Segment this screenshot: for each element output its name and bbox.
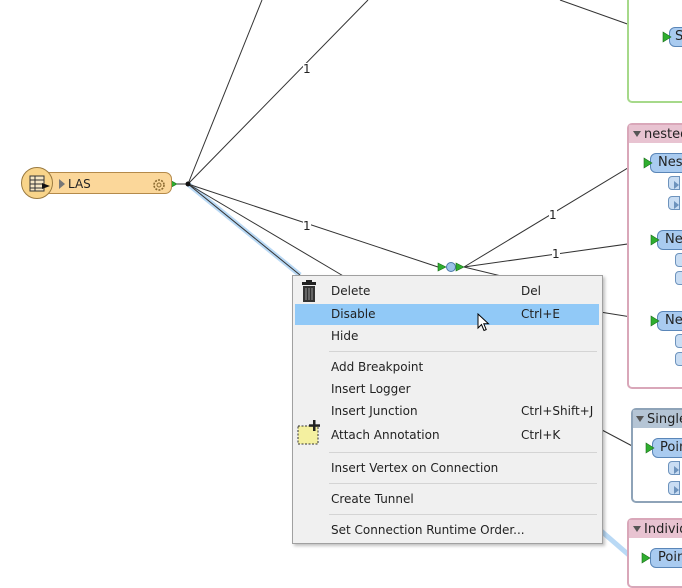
input-port-icon[interactable] bbox=[650, 234, 660, 246]
transformer-nested-1[interactable]: Nest bbox=[650, 153, 682, 173]
connection-count-label: 1 bbox=[303, 219, 311, 233]
transformer-nested-2[interactable]: Ne bbox=[657, 230, 682, 250]
menu-separator bbox=[329, 452, 597, 453]
menu-separator bbox=[329, 351, 597, 352]
selected-connection-highlight-end bbox=[598, 528, 632, 558]
collapse-triangle-icon[interactable] bbox=[632, 525, 642, 533]
mouse-cursor-icon bbox=[477, 313, 490, 332]
menu-item-label: Create Tunnel bbox=[331, 492, 414, 506]
expand-triangle-icon[interactable] bbox=[673, 200, 681, 210]
menu-item-shortcut: Del bbox=[521, 284, 541, 298]
menu-item-label: Insert Junction bbox=[331, 404, 418, 418]
collapse-triangle-icon[interactable] bbox=[632, 130, 642, 138]
transformer-label: Nest bbox=[658, 155, 682, 170]
transformer-label: Poin bbox=[660, 440, 682, 455]
output-port[interactable] bbox=[675, 334, 682, 348]
menu-item-label: Insert Logger bbox=[331, 382, 411, 396]
input-port-icon[interactable] bbox=[641, 552, 651, 564]
menu-separator bbox=[329, 483, 597, 484]
output-port[interactable] bbox=[675, 271, 682, 285]
connection-count-label: 1 bbox=[303, 62, 311, 76]
menu-item-label: Delete bbox=[331, 284, 371, 298]
connection-line[interactable] bbox=[187, 183, 439, 268]
reader-las-label: LAS bbox=[68, 177, 91, 191]
menu-item-label: Disable bbox=[331, 307, 376, 321]
junction-input-port-icon[interactable] bbox=[437, 262, 447, 272]
collapse-triangle-icon[interactable] bbox=[635, 415, 645, 423]
reader-table-icon bbox=[29, 175, 50, 192]
transformer-label: Ne bbox=[665, 313, 682, 328]
menu-item-label: Hide bbox=[331, 329, 359, 343]
menu-item-label: Add Breakpoint bbox=[331, 360, 424, 374]
input-port-icon[interactable] bbox=[645, 442, 655, 454]
bookmark-top[interactable] bbox=[627, 0, 682, 103]
input-port-icon[interactable] bbox=[650, 315, 660, 327]
connection-line[interactable] bbox=[187, 183, 301, 276]
menu-item-label: Attach Annotation bbox=[331, 428, 440, 442]
transformer-single[interactable]: Poin bbox=[652, 438, 682, 458]
transformer-individ[interactable]: Poin bbox=[650, 548, 682, 568]
menu-item-hide[interactable]: Hide bbox=[295, 326, 599, 347]
menu-item-delete[interactable]: Delete Del bbox=[295, 280, 599, 302]
menu-item-add-breakpoint[interactable]: Add Breakpoint bbox=[295, 357, 599, 378]
menu-item-insert-logger[interactable]: Insert Logger bbox=[295, 379, 599, 400]
junction-node[interactable] bbox=[446, 262, 456, 272]
menu-item-insert-vertex[interactable]: Insert Vertex on Connection bbox=[295, 458, 599, 479]
menu-item-set-runtime-order[interactable]: Set Connection Runtime Order... bbox=[295, 520, 599, 541]
menu-item-shortcut: Ctrl+K bbox=[521, 428, 561, 442]
menu-item-create-tunnel[interactable]: Create Tunnel bbox=[295, 489, 599, 510]
expand-triangle-icon[interactable] bbox=[58, 178, 66, 190]
menu-item-disable[interactable]: Disable Ctrl+E bbox=[295, 304, 599, 325]
connection-vertex[interactable] bbox=[185, 181, 191, 187]
connection-count-label: 1 bbox=[552, 247, 560, 261]
transformer-nested-3[interactable]: Ne bbox=[657, 311, 682, 331]
bookmark-nested-title: nested bbox=[644, 127, 682, 142]
menu-item-label: Set Connection Runtime Order... bbox=[331, 523, 525, 537]
expand-triangle-icon[interactable] bbox=[673, 180, 681, 190]
connection-context-menu: Delete Del Disable Ctrl+E Hide Add Break… bbox=[292, 275, 603, 544]
expand-triangle-icon[interactable] bbox=[673, 485, 681, 495]
expand-triangle-icon[interactable] bbox=[673, 465, 681, 475]
connection-line[interactable] bbox=[187, 0, 369, 185]
input-port-icon[interactable] bbox=[643, 157, 653, 169]
connection-count-label: 1 bbox=[549, 208, 557, 222]
transformer-label: Ne bbox=[665, 232, 682, 247]
output-port[interactable] bbox=[675, 352, 682, 366]
transformer-label: S bbox=[675, 29, 682, 44]
menu-item-shortcut: Ctrl+E bbox=[521, 307, 560, 321]
menu-item-insert-junction[interactable]: Insert Junction Ctrl+Shift+J bbox=[295, 401, 599, 422]
annotation-icon bbox=[297, 420, 320, 445]
connection-line[interactable] bbox=[187, 0, 263, 185]
bookmark-individ-title: Individ bbox=[644, 522, 682, 537]
gear-icon[interactable] bbox=[151, 177, 167, 193]
junction-output-port-icon[interactable] bbox=[455, 262, 465, 272]
menu-item-attach-annotation[interactable]: Attach Annotation Ctrl+K bbox=[295, 420, 599, 446]
input-port-icon[interactable] bbox=[662, 31, 672, 43]
menu-item-shortcut: Ctrl+Shift+J bbox=[521, 404, 594, 418]
transformer-label: Poin bbox=[658, 550, 682, 565]
connection-line[interactable] bbox=[187, 183, 346, 278]
menu-separator bbox=[329, 514, 597, 515]
bookmark-single-title: Single bbox=[647, 412, 682, 427]
trash-icon bbox=[302, 280, 316, 302]
menu-item-label: Insert Vertex on Connection bbox=[331, 461, 499, 475]
output-port[interactable] bbox=[675, 253, 682, 267]
